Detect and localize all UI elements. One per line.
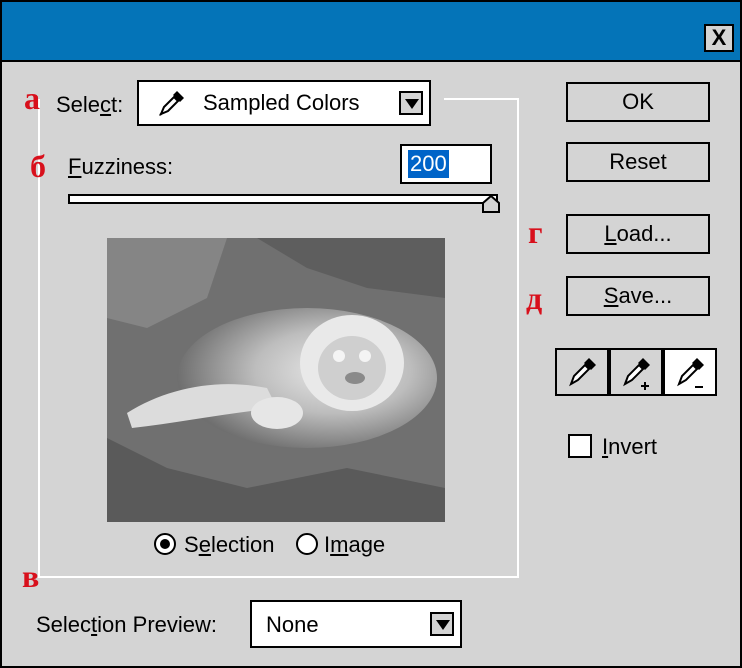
chevron-down-icon[interactable]: [399, 91, 423, 115]
selection-preview-label: Selection Preview:: [36, 612, 218, 637]
selection-radio-label[interactable]: Selection: [184, 532, 275, 558]
select-value: Sampled Colors: [203, 90, 360, 115]
invert-label[interactable]: Invert: [602, 434, 657, 460]
invert-checkbox[interactable]: [568, 434, 592, 458]
selection-preview-value: None: [266, 612, 319, 637]
selection-preview-image: [107, 238, 445, 522]
annotation-a: а: [24, 80, 40, 116]
selection-preview-dropdown[interactable]: None: [250, 600, 462, 648]
annotation-b: б: [30, 148, 46, 184]
eyedropper-tool[interactable]: [555, 348, 609, 396]
annotation-g: г: [528, 214, 543, 250]
slider-thumb[interactable]: [482, 194, 500, 218]
image-radio[interactable]: [296, 533, 318, 555]
annotation-d: д: [526, 280, 543, 316]
fuzziness-label: Fuzziness:: [68, 154, 174, 179]
select-label: Select:: [56, 92, 124, 117]
annotation-v: в: [22, 558, 40, 594]
fuzziness-value: 200: [408, 150, 449, 178]
fuzziness-slider-track[interactable]: [68, 194, 498, 204]
ok-button[interactable]: OK: [566, 82, 710, 122]
selection-radio[interactable]: [154, 533, 176, 555]
color-range-dialog: X а б в г д Select: Sampled Colors Fuzzi…: [0, 0, 742, 668]
select-dropdown[interactable]: Sampled Colors: [137, 80, 431, 126]
fuzziness-input[interactable]: 200: [400, 144, 492, 184]
chevron-down-icon[interactable]: [430, 612, 454, 636]
save-button[interactable]: Save...: [566, 276, 710, 316]
reset-button[interactable]: Reset: [566, 142, 710, 182]
eyedropper-minus-tool[interactable]: [663, 348, 717, 396]
eyedropper-plus-tool[interactable]: [609, 348, 663, 396]
load-button[interactable]: Load...: [566, 214, 710, 254]
eyedropper-icon: [157, 90, 185, 123]
image-radio-label[interactable]: Image: [324, 532, 385, 558]
